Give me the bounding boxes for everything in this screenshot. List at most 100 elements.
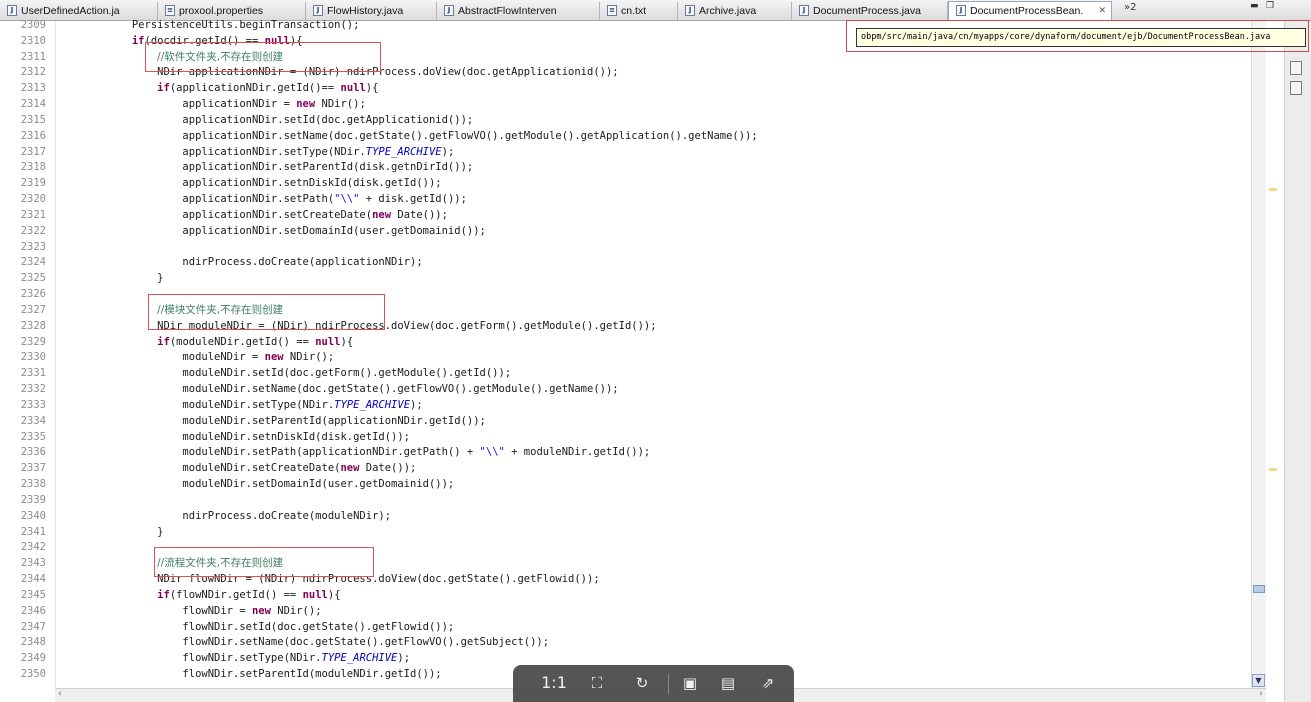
code-line[interactable]: moduleNDir.setType(NDir.TYPE_ARCHIVE); (56, 397, 422, 413)
code-line[interactable]: moduleNDir.setPath(applicationNDir.getPa… (56, 444, 650, 460)
line-number: 2342 (20, 541, 46, 553)
line-number: 2332 (20, 383, 46, 395)
line-number: 2323 (20, 241, 46, 253)
tab-cn-txt[interactable]: ≡ cn.txt (600, 2, 678, 20)
code-line[interactable]: applicationNDir.setCreateDate(new Date()… (56, 207, 448, 223)
code-line[interactable]: applicationNDir.setParentId(disk.getnDir… (56, 159, 473, 175)
code-line[interactable]: moduleNDir.setDomainId(user.getDomainid(… (56, 476, 454, 492)
code-line[interactable]: if(applicationNDir.getId()== null){ (56, 80, 378, 96)
java-file-icon: J (956, 5, 966, 16)
code-line[interactable]: moduleNDir.setCreateDate(new Date()); (56, 460, 416, 476)
warning-marker[interactable] (1269, 468, 1277, 471)
toolbar-separator (668, 674, 669, 694)
code-line[interactable]: applicationNDir.setnDiskId(disk.getId())… (56, 175, 441, 191)
scroll-down-icon[interactable]: ▼ (1252, 674, 1265, 687)
fit-window-icon[interactable]: ⛶ (585, 672, 609, 694)
file-path-tooltip: obpm/src/main/java/cn/myapps/core/dynafo… (856, 28, 1306, 47)
line-number: 2346 (20, 605, 46, 617)
image-viewer-toolbar: 1:1 ⛶ ↻ ▣ ▤ ⇗ (513, 665, 794, 702)
line-number: 2328 (20, 320, 46, 332)
annotation-box (154, 547, 374, 577)
code-line[interactable]: applicationNDir.setId(doc.getApplication… (56, 112, 473, 128)
code-line[interactable]: moduleNDir.setParentId(applicationNDir.g… (56, 413, 485, 429)
scroll-right-icon[interactable]: › (1259, 689, 1263, 699)
save-as-icon[interactable]: ▤ (716, 672, 740, 694)
code-line[interactable]: flowNDir.setId(doc.getState().getFlowid(… (56, 619, 454, 635)
line-number: 2322 (20, 225, 46, 237)
minimize-icon[interactable]: ▬ (1250, 1, 1259, 11)
share-icon[interactable]: ⇗ (756, 672, 780, 694)
code-line[interactable]: moduleNDir = new NDir(); (56, 349, 334, 365)
line-number: 2330 (20, 351, 46, 363)
code-line[interactable]: flowNDir.setParentId(moduleNDir.getId())… (56, 666, 441, 682)
code-line[interactable]: if(flowNDir.getId() == null){ (56, 587, 340, 603)
code-line[interactable]: applicationNDir.setName(doc.getState().g… (56, 128, 757, 144)
line-number: 2349 (20, 652, 46, 664)
close-icon[interactable]: ✕ (1098, 2, 1106, 20)
line-number: 2334 (20, 415, 46, 427)
code-line[interactable]: PersistenceUtils.beginTransaction(); (56, 17, 360, 33)
vertical-scrollbar-thumb[interactable] (1253, 585, 1265, 593)
tab-label: cn.txt (621, 5, 647, 17)
code-line[interactable]: applicationNDir.setPath("\\" + disk.getI… (56, 191, 467, 207)
java-file-icon: J (7, 5, 17, 16)
line-number: 2312 (20, 66, 46, 78)
text-file-icon: ≡ (607, 5, 617, 16)
editor-window-controls: ▬ ❐ (1248, 1, 1286, 19)
tab-label: AbstractFlowInterven (458, 5, 557, 17)
code-line[interactable]: } (56, 524, 163, 540)
line-number: 2311 (20, 51, 46, 63)
tab-label: UserDefinedAction.ja (21, 5, 120, 17)
scroll-left-icon[interactable]: ‹ (58, 689, 62, 699)
code-line[interactable]: applicationNDir.setDomainId(user.getDoma… (56, 223, 485, 239)
code-line[interactable]: flowNDir.setName(doc.getState().getFlowV… (56, 634, 549, 650)
line-number: 2345 (20, 589, 46, 601)
code-line[interactable]: moduleNDir.setnDiskId(disk.getId()); (56, 429, 410, 445)
outline-view-icon[interactable] (1290, 81, 1302, 95)
line-number: 2327 (20, 304, 46, 316)
line-number: 2326 (20, 288, 46, 300)
rotate-icon[interactable]: ↻ (630, 672, 654, 694)
line-number: 2348 (20, 636, 46, 648)
more-tabs-button[interactable]: »2 (1124, 2, 1136, 13)
line-number: 2331 (20, 367, 46, 379)
line-number: 2340 (20, 510, 46, 522)
code-line[interactable]: moduleNDir.setId(doc.getForm().getModule… (56, 365, 511, 381)
tab-label: proxool.properties (179, 5, 264, 17)
code-line[interactable]: ndirProcess.doCreate(applicationNDir); (56, 254, 422, 270)
annotation-ruler (1266, 21, 1284, 702)
code-line[interactable]: if(moduleNDir.getId() == null){ (56, 334, 353, 350)
save-icon[interactable]: ▣ (678, 672, 702, 694)
line-number: 2319 (20, 177, 46, 189)
tab-archive[interactable]: J Archive.java (678, 2, 792, 20)
line-number: 2338 (20, 478, 46, 490)
actual-size-button[interactable]: 1:1 (539, 672, 569, 694)
restore-view-icon[interactable] (1290, 61, 1302, 75)
line-number: 2344 (20, 573, 46, 585)
tab-abstractflowinterven[interactable]: J AbstractFlowInterven (437, 2, 600, 20)
code-line[interactable]: } (56, 270, 163, 286)
annotation-box (148, 294, 385, 330)
line-number: 2321 (20, 209, 46, 221)
tab-label: Archive.java (699, 5, 757, 17)
code-line[interactable]: flowNDir = new NDir(); (56, 603, 321, 619)
code-line[interactable]: moduleNDir.setName(doc.getState().getFlo… (56, 381, 618, 397)
line-number-gutter: 2309 2310 2311 2312 2313 2314 2315 2316 2317 2318… (0, 19, 56, 688)
tab-documentprocess[interactable]: J DocumentProcess.java (792, 2, 948, 20)
code-line[interactable]: ndirProcess.doCreate(moduleNDir); (56, 508, 391, 524)
line-number: 2347 (20, 621, 46, 633)
line-number: 2343 (20, 557, 46, 569)
java-file-icon: J (685, 5, 695, 16)
code-line[interactable]: flowNDir.setType(NDir.TYPE_ARCHIVE); (56, 650, 410, 666)
line-number: 2336 (20, 446, 46, 458)
tab-documentprocessbean[interactable]: J DocumentProcessBean. ✕ (948, 1, 1112, 21)
code-line[interactable]: applicationNDir = new NDir(); (56, 96, 365, 112)
line-number: 2314 (20, 98, 46, 110)
properties-file-icon: ≡ (165, 5, 175, 16)
maximize-icon[interactable]: ❐ (1266, 1, 1274, 11)
line-number: 2315 (20, 114, 46, 126)
code-line[interactable]: applicationNDir.setType(NDir.TYPE_ARCHIV… (56, 144, 454, 160)
annotation-box (145, 42, 381, 72)
line-number: 2309 (20, 19, 46, 31)
warning-marker[interactable] (1269, 188, 1277, 191)
